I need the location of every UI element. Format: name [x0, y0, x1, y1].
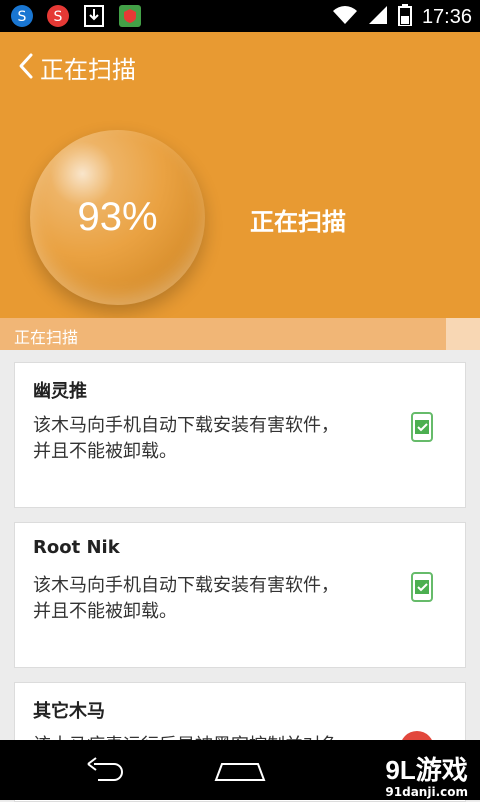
- back-button[interactable]: 正在扫描: [18, 50, 136, 85]
- watermark-main: 9L游戏: [385, 755, 468, 785]
- watermark-sub: 91danji.com: [385, 785, 468, 799]
- threat-title: Root Nik: [33, 537, 120, 558]
- scan-status-text: 正在扫描: [250, 208, 346, 236]
- svg-text:S: S: [18, 9, 27, 25]
- threat-title: 幽灵推: [33, 381, 87, 402]
- watermark: 9L游戏 91danji.com: [385, 750, 468, 799]
- shield-app-icon: [118, 4, 142, 28]
- download-icon: [82, 4, 106, 28]
- progress-label: 正在扫描: [14, 328, 79, 347]
- clock: 17:36: [421, 6, 472, 28]
- check-icon: [411, 572, 433, 602]
- notification-icons: S S: [10, 4, 142, 28]
- threat-title: 其它木马: [33, 701, 105, 722]
- status-bar: S S 17:36: [0, 0, 480, 32]
- check-icon: [411, 412, 433, 442]
- threat-card[interactable]: Root Nik 该木马向手机自动下载安装有害软件，并且不能被卸载。: [14, 522, 466, 668]
- s-logo-icon: S: [10, 4, 34, 28]
- wifi-icon: [332, 5, 358, 29]
- scan-progress-bar: 正在扫描: [0, 318, 480, 350]
- threat-description: 该木马向手机自动下载安装有害软件，并且不能被卸载。: [33, 575, 339, 622]
- chevron-left-icon: [18, 52, 34, 84]
- nav-bar: 9L游戏 91danji.com: [0, 740, 480, 800]
- threat-description: 该木马向手机自动下载安装有害软件，并且不能被卸载。: [33, 415, 339, 462]
- threat-card[interactable]: 幽灵推 该木马向手机自动下载安装有害软件，并且不能被卸载。: [14, 362, 466, 508]
- progress-bubble: 93%: [30, 130, 205, 305]
- system-icons: 17:36: [332, 4, 472, 30]
- nav-home-icon[interactable]: [214, 754, 266, 788]
- battery-icon: [397, 4, 412, 30]
- page-title: 正在扫描: [40, 56, 136, 84]
- signal-icon: [368, 5, 388, 29]
- s-logo-red-icon: S: [46, 4, 70, 28]
- scan-header: 正在扫描 93% 正在扫描: [0, 32, 480, 318]
- scan-percent: 93%: [77, 195, 158, 239]
- svg-text:S: S: [54, 9, 63, 25]
- nav-back-icon[interactable]: [84, 754, 130, 788]
